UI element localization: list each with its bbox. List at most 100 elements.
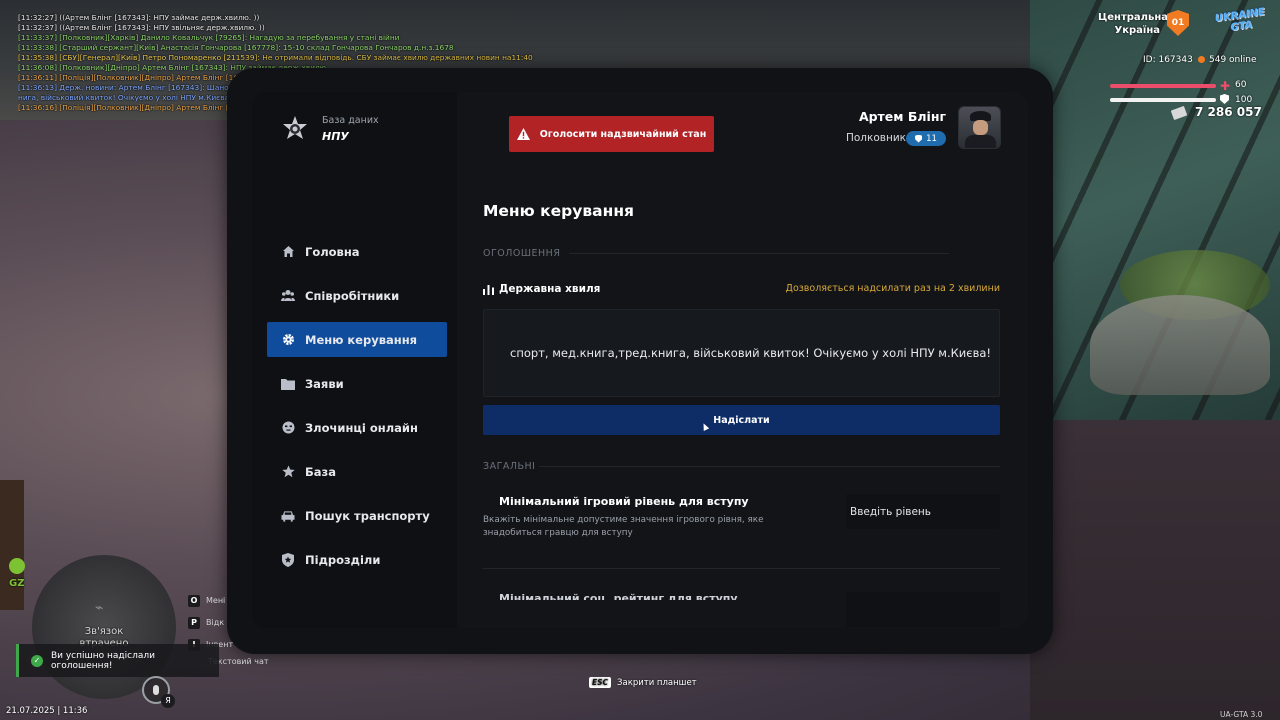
sidebar-item-employees[interactable]: Співробітники <box>267 278 447 313</box>
sidebar-item-units[interactable]: Підрозділи <box>267 542 447 577</box>
background-pillar <box>0 480 24 610</box>
chat-line: [11:32:27] ((Артем Блінг [167343]: НПУ з… <box>18 13 260 22</box>
home-icon <box>281 245 295 259</box>
success-toast: ✓ Ви успішно надіслали оголошення! <box>16 644 219 677</box>
sidebar-item-label: Пошук транспорту <box>305 508 430 523</box>
keybind-hint: O Мені <box>188 590 233 612</box>
close-tablet-hint: ESC Закрити планшет <box>589 677 697 688</box>
key-cap: P <box>188 617 200 629</box>
armor-bar <box>1110 98 1216 102</box>
key-cap: O <box>188 595 200 607</box>
min-social-rating-title: Мінімальний соц. рейтинг для вступу <box>499 592 738 600</box>
sidebar-item-control-menu[interactable]: Меню керування <box>267 322 447 357</box>
chat-line: [11:35:38] [СБУ][Генерал][Київ] Петро По… <box>18 53 533 62</box>
state-wave-title: Державна хвиля <box>483 283 600 295</box>
announcements-section-label: ОГОЛОШЕННЯ <box>483 248 561 259</box>
chat-line: [11:32:37] ((Артем Блінг [167343]: НПУ з… <box>18 23 265 32</box>
min-level-description: Вкажіть мінімальне допустиме значення іг… <box>483 515 764 538</box>
main-panel: Оголосити надзвичайний стан Артем Блінг … <box>457 92 1028 628</box>
sidebar-item-home[interactable]: Головна <box>267 234 447 269</box>
sidebar-item-label: Заяви <box>305 376 344 391</box>
hud-region-line1: Центральна <box>1098 12 1168 23</box>
brand-title: НПУ <box>322 130 349 143</box>
sidebar: База даних НПУ Головна Співробітники Мен… <box>252 92 457 628</box>
brand-subtitle: База даних <box>322 115 379 126</box>
min-level-input[interactable] <box>846 494 1000 529</box>
rate-limit-note: Дозволяється надсилати раз на 2 хвилини <box>785 283 1000 294</box>
chat-line: [11:33:38] [Старший сержант][Київ] Анаст… <box>18 43 454 52</box>
hud-region-line2: Україна <box>1114 25 1161 36</box>
rank-level-value: 11 <box>926 133 937 144</box>
sidebar-item-vehicle-search[interactable]: Пошук транспорту <box>267 498 447 533</box>
sidebar-nav: Головна Співробітники Меню керування Зая… <box>267 234 447 586</box>
esc-key-icon: ESC <box>589 677 612 688</box>
divider <box>539 466 1000 467</box>
folder-icon <box>281 377 295 391</box>
keybind-hint: P Відк <box>188 612 233 634</box>
tablet-screen: База даних НПУ Головна Співробітники Мен… <box>252 92 1028 628</box>
min-social-rating-input[interactable] <box>846 592 1000 627</box>
background-floor <box>1030 420 1280 720</box>
avatar-face <box>973 120 988 135</box>
armor-value: 100 <box>1235 95 1253 105</box>
sidebar-item-applications[interactable]: Заяви <box>267 366 447 401</box>
sidebar-item-label: Підрозділи <box>305 552 381 567</box>
tablet: База даних НПУ Головна Співробітники Мен… <box>227 68 1053 654</box>
health-value: 60 <box>1235 80 1247 90</box>
shield-icon <box>281 552 295 567</box>
keybind-label: Мені <box>206 596 226 605</box>
health-bar <box>1110 84 1216 88</box>
date-time: 21.07.2025 | 11:36 <box>6 706 88 716</box>
chat-line: [11:33:37] [Полковник][Харків] Данило Ко… <box>18 33 400 42</box>
player-id: ID: 167343 <box>1143 55 1193 65</box>
voice-key: Я <box>161 694 175 708</box>
rank-level-badge: 11 <box>906 131 946 146</box>
online-dot-icon <box>1198 56 1205 63</box>
check-icon: ✓ <box>31 654 43 667</box>
user-name: Артем Блінг <box>858 109 946 124</box>
state-wave-title-label: Державна хвиля <box>499 283 601 295</box>
send-button[interactable]: Надіслати <box>483 405 1000 435</box>
declare-emergency-button[interactable]: Оголосити надзвичайний стан <box>509 116 714 152</box>
background-planter <box>1090 295 1270 395</box>
toast-message: Ви успішно надіслали оголошення! <box>50 650 155 671</box>
avatar-body <box>965 135 996 148</box>
divider <box>569 253 949 254</box>
announcement-text: спорт, мед.книга,тред.книга, військовий … <box>510 346 991 360</box>
announcement-textarea[interactable]: спорт, мед.книга,тред.книга, військовий … <box>483 309 1000 397</box>
users-icon <box>281 289 295 303</box>
game-version: UA-GTA 3.0 <box>1220 710 1263 719</box>
rank-shield-icon <box>915 134 923 143</box>
no-signal-icon: ⌁ <box>95 600 104 616</box>
sidebar-item-database[interactable]: База <box>267 454 447 489</box>
sidebar-item-label: Меню керування <box>305 332 418 347</box>
health-icon: ✚ <box>1220 79 1231 93</box>
gear-icon <box>281 333 295 347</box>
sidebar-item-label: Головна <box>305 244 360 259</box>
divider <box>483 568 1000 569</box>
sidebar-item-criminals-online[interactable]: Злочинці онлайн <box>267 410 447 445</box>
close-tablet-label: Закрити планшет <box>617 677 697 688</box>
keybind-label: Відк <box>206 618 225 627</box>
police-badge-icon <box>283 116 307 139</box>
declare-emergency-label: Оголосити надзвичайний стан <box>539 128 707 140</box>
sidebar-item-label: Співробітники <box>305 288 400 303</box>
online-count: 549 online <box>1198 55 1257 65</box>
car-icon <box>281 509 295 523</box>
avatar[interactable] <box>958 106 1001 149</box>
greenzone-icon <box>9 558 25 574</box>
money-value: 7 286 057 <box>1195 105 1262 119</box>
warning-icon <box>516 128 530 140</box>
page-title: Меню керування <box>483 202 634 220</box>
sidebar-item-label: База <box>305 464 336 479</box>
min-level-title: Мінімальний ігровий рівень для вступу <box>499 495 749 508</box>
sidebar-item-label: Злочинці онлайн <box>305 420 418 435</box>
online-count-label: 549 online <box>1209 55 1257 65</box>
criminal-icon <box>281 421 295 435</box>
hud-region: Центральна Україна <box>1098 11 1168 37</box>
user-rank: Полковник <box>845 132 906 144</box>
greenzone-label: GZ <box>9 578 25 589</box>
microphone-shape <box>153 685 159 695</box>
send-button-label: Надіслати <box>713 414 770 426</box>
bar-chart-icon <box>483 284 494 295</box>
